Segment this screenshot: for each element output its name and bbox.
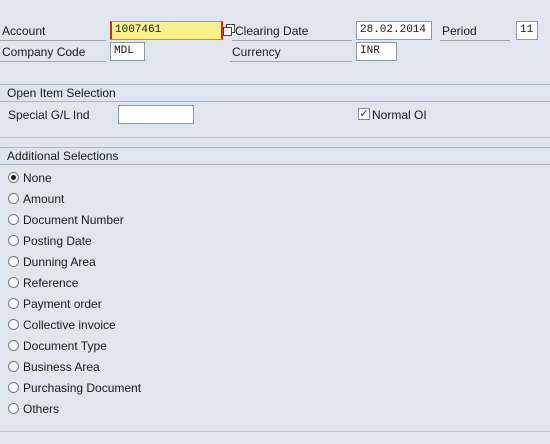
bottom-divider xyxy=(0,431,550,432)
clearing-date-underline xyxy=(232,40,352,41)
section-divider xyxy=(0,137,550,138)
currency-field[interactable]: INR xyxy=(356,42,397,61)
account-field[interactable]: 1007461 xyxy=(110,21,223,40)
radio-button[interactable] xyxy=(8,172,19,183)
radio-button[interactable] xyxy=(8,403,19,414)
period-field[interactable]: 11 xyxy=(516,21,538,40)
radio-button[interactable] xyxy=(8,298,19,309)
period-label: Period xyxy=(442,24,477,38)
radio-button[interactable] xyxy=(8,340,19,351)
multiple-selection-icon[interactable] xyxy=(223,24,235,36)
radio-button[interactable] xyxy=(8,256,19,267)
special-gl-field[interactable] xyxy=(118,105,194,124)
radio-label: Others xyxy=(23,402,60,416)
normal-oi-label: Normal OI xyxy=(372,108,427,122)
additional-selections-body: None Amount Document Number Posting Date Dun… xyxy=(0,165,550,429)
open-item-selection-header: Open Item Selection xyxy=(0,84,550,102)
radio-button[interactable] xyxy=(8,382,19,393)
radio-label: Dunning Area xyxy=(23,255,96,269)
radio-label: Purchasing Document xyxy=(23,381,142,395)
radio-label: Posting Date xyxy=(23,234,92,248)
radio-button[interactable] xyxy=(8,193,19,204)
normal-oi-checkbox[interactable]: ✓ xyxy=(358,108,370,120)
clearing-date-label: Clearing Date xyxy=(235,24,309,38)
radio-label: Amount xyxy=(23,192,65,206)
radio-label: Business Area xyxy=(23,360,100,374)
radio-label: None xyxy=(23,171,52,185)
additional-selections-header: Additional Selections xyxy=(0,147,550,165)
radio-label: Document Number xyxy=(23,213,124,227)
radio-button[interactable] xyxy=(8,214,19,225)
currency-underline xyxy=(230,61,352,62)
company-code-underline xyxy=(0,61,106,62)
company-code-label: Company Code xyxy=(2,45,86,59)
radio-label: Document Type xyxy=(23,339,107,353)
radio-label: Collective invoice xyxy=(23,318,116,332)
period-underline xyxy=(440,40,510,41)
radio-button[interactable] xyxy=(8,361,19,372)
radio-label: Reference xyxy=(23,276,79,290)
open-item-selection-body: Special G/L Ind ✓ Normal OI xyxy=(0,102,550,136)
currency-label: Currency xyxy=(232,45,281,59)
radio-button[interactable] xyxy=(8,319,19,330)
special-gl-label: Special G/L Ind xyxy=(8,108,90,122)
clearing-date-field[interactable]: 28.02.2014 xyxy=(356,21,432,40)
radio-button[interactable] xyxy=(8,277,19,288)
radio-label: Payment order xyxy=(23,297,102,311)
account-label-underline xyxy=(0,40,106,41)
account-label: Account xyxy=(2,24,46,38)
company-code-field[interactable]: MDL xyxy=(110,42,145,61)
radio-button[interactable] xyxy=(8,235,19,246)
